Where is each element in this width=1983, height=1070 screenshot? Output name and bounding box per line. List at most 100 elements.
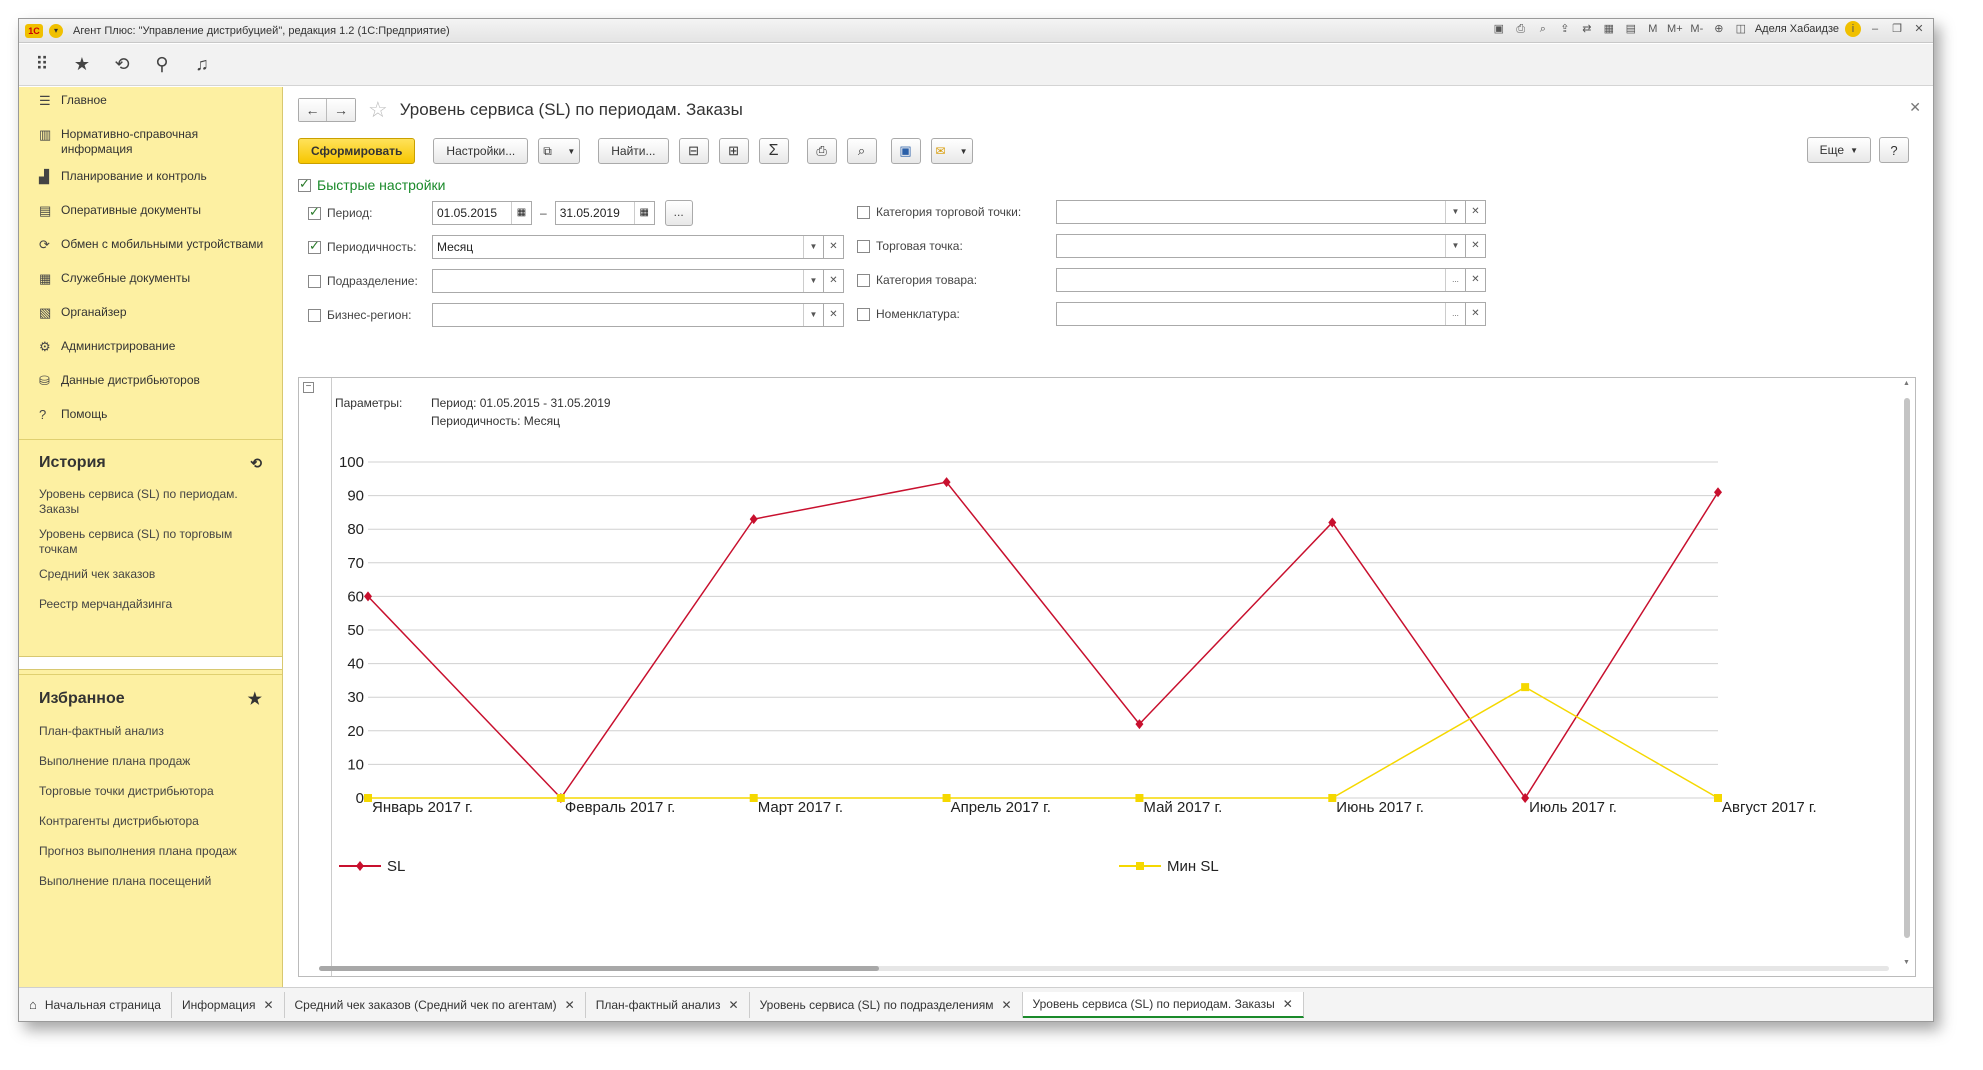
clear-icon[interactable]: ✕ [1466,268,1486,292]
period-to-field[interactable]: 31.05.2019 ▦ [554,201,655,225]
chevron-down-icon[interactable]: ▼ [803,270,823,292]
bell-icon[interactable]: ♫ [191,54,213,75]
back-arrow-icon[interactable]: ← [299,99,327,121]
nomenclature-field[interactable]: ... [1056,302,1466,326]
outlet-category-field[interactable]: ▼ [1056,200,1466,224]
scroll-down-icon[interactable]: ▼ [1903,959,1910,966]
clear-icon[interactable]: ✕ [824,269,844,293]
settings-button[interactable]: Настройки... [433,138,529,164]
period-checkbox[interactable] [308,204,321,220]
sidebar-item[interactable]: ? Помощь [19,401,282,435]
help-button[interactable]: ? [1879,137,1909,163]
collapse-groups-button[interactable]: ⊟ [678,138,709,164]
window-tab[interactable]: ⌂ Начальная страница [19,991,172,1018]
clear-icon[interactable]: ✕ [824,235,844,259]
calendar-icon[interactable]: ▦ [511,202,531,224]
region-field[interactable]: ▼ [432,303,824,327]
product-category-field[interactable]: ... [1056,268,1466,292]
outlet-field[interactable]: ▼ [1056,234,1466,258]
close-form-icon[interactable]: ✕ [1909,99,1921,116]
chevron-down-icon[interactable]: ▼ [1445,235,1465,257]
sidebar-item[interactable]: ⚙ Администрирование [19,333,282,367]
favorite-link[interactable]: Выполнение плана посещений [19,869,282,899]
sidebar-item[interactable]: ▟ Планирование и контроль [19,163,282,197]
memory-minus-icon[interactable]: M- [1689,21,1705,37]
more-button[interactable]: Еще ▼ [1806,137,1871,163]
save-button[interactable]: ▣ [890,138,921,164]
clear-icon[interactable]: ✕ [1466,200,1486,224]
vertical-scroll-thumb[interactable] [1904,398,1910,938]
forward-arrow-icon[interactable]: → [327,99,355,121]
history-link[interactable]: Уровень сервиса (SL) по периодам. Заказы [19,482,282,522]
close-tab-icon[interactable]: ✕ [1001,998,1011,1012]
clear-icon[interactable]: ✕ [1466,234,1486,258]
horizontal-scroll-thumb[interactable] [319,966,879,971]
nomenclature-checkbox[interactable] [857,307,870,321]
periodicity-checkbox[interactable] [308,238,321,254]
department-field[interactable]: ▼ [432,269,824,293]
sidebar-item[interactable]: ⛁ Данные дистрибьюторов [19,367,282,401]
sum-button[interactable]: Σ [758,138,789,164]
calculator-icon[interactable]: ▦ [1601,21,1617,37]
find-button[interactable]: Найти... [598,138,669,164]
window-tab[interactable]: План-фактный анализ ✕ [586,991,750,1018]
window-tab[interactable]: Уровень сервиса (SL) по периодам. Заказы… [1022,991,1304,1018]
scroll-up-icon[interactable]: ▲ [1903,380,1910,387]
memory-plus-icon[interactable]: M+ [1667,21,1683,37]
favorite-link[interactable]: Прогноз выполнения плана продаж [19,839,282,869]
apps-grid-icon[interactable]: ⠿ [31,54,53,75]
calendar-icon[interactable]: ▤ [1623,21,1639,37]
calendar-icon[interactable]: ▦ [633,202,654,224]
history-link[interactable]: Уровень сервиса (SL) по торговым точкам [19,522,282,562]
window-tab[interactable]: Уровень сервиса (SL) по подразделениям ✕ [750,991,1023,1018]
sidebar-item[interactable]: ⟳ Обмен с мобильными устройствами [19,231,282,265]
quick-settings-toggle[interactable]: Быстрые настройки [298,176,445,193]
sidebar-item[interactable]: ▥ Нормативно-справочная информация [19,121,282,163]
quick-settings-checkbox[interactable] [298,176,311,192]
add-favorite-star-icon[interactable]: ☆ [368,97,388,123]
period-from-field[interactable]: 01.05.2015 ▦ [432,201,532,225]
sidebar-item[interactable]: ▦ Служебные документы [19,265,282,299]
window-tab[interactable]: Средний чек заказов (Средний чек по аген… [285,991,586,1018]
close-tab-icon[interactable]: ✕ [1283,997,1293,1011]
favorites-star-icon[interactable]: ★ [71,54,93,75]
restore-icon[interactable]: ❐ [1889,21,1905,37]
clear-icon[interactable]: ✕ [824,303,844,327]
product-category-checkbox[interactable] [857,273,870,287]
info-icon[interactable]: i [1845,21,1861,37]
select-dots-icon[interactable]: ... [1445,303,1465,325]
history-icon[interactable]: ⟲ [250,455,262,472]
chevron-down-icon[interactable]: ▼ [803,304,823,326]
send-dropdown-button[interactable]: ✉ ▼ [930,138,973,164]
compare-icon[interactable]: ⇄ [1579,21,1595,37]
history-icon[interactable]: ⟲ [111,54,133,75]
memory-icon[interactable]: M [1645,21,1661,37]
sidebar-item[interactable]: ☰ Главное [19,87,282,121]
save-icon[interactable]: ▣ [1491,21,1507,37]
close-window-icon[interactable]: ✕ [1911,21,1927,37]
vertical-scrollbar[interactable]: ▲ ▼ [1901,378,1913,968]
minimize-icon[interactable]: – [1867,21,1883,37]
favorite-link[interactable]: Торговые точки дистрибьютора [19,779,282,809]
close-tab-icon[interactable]: ✕ [565,998,575,1012]
expand-groups-button[interactable]: ⊞ [718,138,749,164]
clear-icon[interactable]: ✕ [1466,302,1486,326]
period-select-button[interactable]: ... [664,200,693,226]
region-checkbox[interactable] [308,308,321,322]
search-icon[interactable]: ⚲ [151,54,173,75]
preview-icon[interactable]: ⌕ [1535,21,1551,37]
main-menu-button[interactable]: ▾ [49,23,63,38]
chevron-down-icon[interactable]: ▼ [803,236,823,258]
department-checkbox[interactable] [308,274,321,288]
star-icon[interactable]: ★ [248,689,262,709]
zoom-icon[interactable]: ⊕ [1711,21,1727,37]
close-tab-icon[interactable]: ✕ [263,998,273,1012]
upload-icon[interactable]: ⇪ [1557,21,1573,37]
print-button[interactable]: ⎙ [806,138,837,164]
report-area[interactable]: − Параметры: Период: 01.05.2015 - 31.05.… [298,377,1916,977]
periodicity-field[interactable]: Месяц ▼ [432,235,824,259]
user-name[interactable]: Аделя Хабаидзе [1755,23,1839,35]
horizontal-scrollbar[interactable] [319,964,1889,972]
favorite-link[interactable]: Контрагенты дистрибьютора [19,809,282,839]
preview-button[interactable]: ⌕ [846,138,877,164]
